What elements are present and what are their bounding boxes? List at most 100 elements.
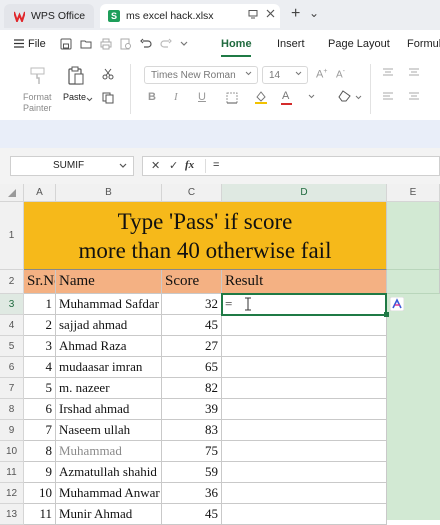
tab-insert[interactable]: Insert (277, 38, 305, 50)
font-color-dropdown-icon[interactable] (308, 91, 315, 103)
tab-formulas[interactable]: Formul (407, 38, 440, 50)
menu-file[interactable]: File (28, 38, 46, 50)
insert-function-icon[interactable]: fx (185, 159, 194, 171)
align-center-icon[interactable] (408, 92, 420, 105)
clear-format-icon[interactable] (338, 90, 352, 105)
cell-sr[interactable]: 3 (24, 336, 56, 357)
cell-name[interactable]: Naseem ullah (56, 420, 162, 441)
cell-name[interactable]: Ahmad Raza (56, 336, 162, 357)
cell-sr[interactable]: 5 (24, 378, 56, 399)
cell-result[interactable] (222, 504, 387, 525)
row-header-6[interactable]: 6 (0, 357, 24, 378)
paste-dropdown-icon[interactable] (86, 94, 93, 106)
cell-result[interactable] (222, 399, 387, 420)
font-name-select[interactable]: Times New Roman (144, 66, 258, 84)
cell-name[interactable]: Muhammad (56, 441, 162, 462)
cell-score[interactable]: 45 (162, 315, 222, 336)
fill-handle[interactable] (384, 312, 389, 317)
cell-score[interactable]: 45 (162, 504, 222, 525)
cell-name[interactable]: sajjad ahmad (56, 315, 162, 336)
column-header-e[interactable]: E (387, 184, 440, 202)
cut-icon[interactable] (102, 68, 114, 83)
align-left-icon[interactable] (382, 92, 394, 105)
enter-formula-icon[interactable]: ✓ (169, 159, 178, 172)
print-icon[interactable] (100, 38, 112, 53)
cell-sr[interactable]: 10 (24, 483, 56, 504)
cell-name[interactable]: Munir Ahmad (56, 504, 162, 525)
formula-assistant-icon[interactable] (389, 296, 405, 314)
hamburger-icon[interactable] (14, 39, 24, 51)
cell-score[interactable]: 82 (162, 378, 222, 399)
cell-name[interactable]: Muhammad Safdar (56, 294, 162, 315)
column-header-d[interactable]: D (222, 184, 387, 202)
paste-icon[interactable] (66, 66, 86, 89)
cell-sr[interactable]: 11 (24, 504, 56, 525)
cell-result[interactable] (222, 336, 387, 357)
cell-score[interactable]: 32 (162, 294, 222, 315)
undo-icon[interactable] (140, 38, 152, 53)
cell-score[interactable]: 59 (162, 462, 222, 483)
name-box[interactable]: SUMIF (10, 156, 134, 176)
cell-result[interactable] (222, 378, 387, 399)
cell-score[interactable]: 36 (162, 483, 222, 504)
monitor-icon[interactable] (248, 9, 258, 22)
column-header-c[interactable]: C (162, 184, 222, 202)
cell-sr[interactable]: 7 (24, 420, 56, 441)
cell-score[interactable]: 83 (162, 420, 222, 441)
increase-font-icon[interactable]: A+ (316, 68, 327, 81)
underline-button[interactable]: U (198, 91, 206, 103)
formula-content[interactable]: = (213, 159, 219, 171)
select-all-corner[interactable] (0, 184, 24, 202)
row-header-12[interactable]: 12 (0, 483, 24, 504)
font-color-icon[interactable]: A (281, 90, 292, 105)
new-tab-icon[interactable]: + (291, 5, 300, 23)
cell-sr[interactable]: 2 (24, 315, 56, 336)
cell-score[interactable]: 75 (162, 441, 222, 462)
bold-button[interactable]: B (148, 91, 156, 103)
row-header-13[interactable]: 13 (0, 504, 24, 525)
format-painter-icon[interactable] (28, 66, 48, 89)
cell-sr[interactable]: 1 (24, 294, 56, 315)
align-middle-icon[interactable] (408, 68, 420, 81)
copy-icon[interactable] (102, 92, 114, 107)
tab-menu-icon[interactable]: ⌄ (309, 6, 319, 20)
cell-result[interactable] (222, 315, 387, 336)
borders-icon[interactable] (226, 92, 238, 107)
quick-access-more-icon[interactable] (180, 39, 188, 51)
column-header-b[interactable]: B (56, 184, 162, 202)
close-tab-icon[interactable] (266, 9, 275, 21)
formula-input-area[interactable]: ✕ ✓ fx = (142, 156, 440, 176)
cell-result[interactable] (222, 441, 387, 462)
align-top-icon[interactable] (382, 68, 394, 81)
italic-button[interactable]: I (174, 91, 178, 103)
cell-result[interactable] (222, 462, 387, 483)
row-header-5[interactable]: 5 (0, 336, 24, 357)
header-score[interactable]: Score (162, 270, 222, 294)
app-tab[interactable]: WPS Office (4, 4, 94, 28)
cell-name[interactable]: mudaasar imran (56, 357, 162, 378)
active-cell-d3[interactable]: = (221, 293, 387, 316)
column-header-a[interactable]: A (24, 184, 56, 202)
save-icon[interactable] (60, 38, 72, 53)
header-sr-no[interactable]: Sr.No (24, 270, 56, 294)
row-header-7[interactable]: 7 (0, 378, 24, 399)
cell-e2[interactable] (387, 270, 440, 294)
cell-name[interactable]: m. nazeer (56, 378, 162, 399)
font-size-select[interactable]: 14 (262, 66, 308, 84)
row-header-10[interactable]: 10 (0, 441, 24, 462)
row-header-9[interactable]: 9 (0, 420, 24, 441)
open-file-icon[interactable] (80, 38, 92, 53)
header-name[interactable]: Name (56, 270, 162, 294)
cell-score[interactable]: 39 (162, 399, 222, 420)
paste-label[interactable]: Paste (63, 92, 86, 102)
row-header-2[interactable]: 2 (0, 270, 24, 294)
file-tab[interactable]: S ms excel hack.xlsx (100, 4, 280, 28)
decrease-font-icon[interactable]: A- (336, 68, 345, 80)
name-box-dropdown-icon[interactable] (119, 162, 127, 173)
header-result[interactable]: Result (222, 270, 387, 294)
cell-result[interactable] (222, 357, 387, 378)
cell-sr[interactable]: 4 (24, 357, 56, 378)
clear-dropdown-icon[interactable] (355, 92, 362, 104)
cell-name[interactable]: Muhammad Anwar (56, 483, 162, 504)
cell-sr[interactable]: 6 (24, 399, 56, 420)
